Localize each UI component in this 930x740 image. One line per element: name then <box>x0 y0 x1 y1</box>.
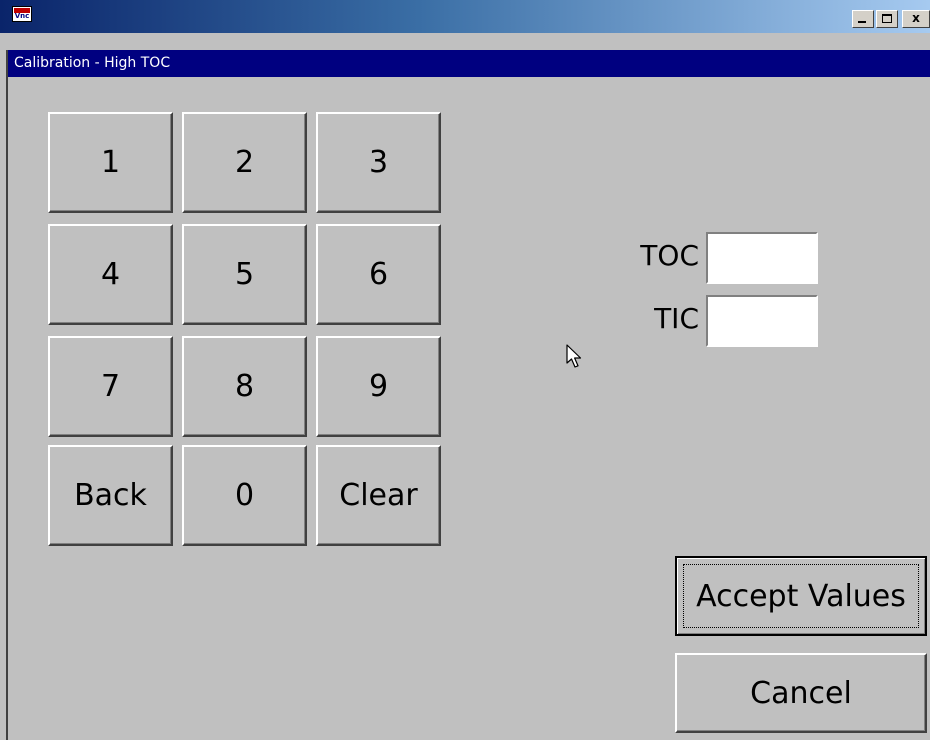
vnc-icon-text: Vnc <box>14 12 30 20</box>
key-9-button[interactable]: 9 <box>316 336 441 437</box>
key-1-button[interactable]: 1 <box>48 112 173 213</box>
key-3-button[interactable]: 3 <box>316 112 441 213</box>
maximize-button[interactable] <box>876 10 898 28</box>
key-6-button[interactable]: 6 <box>316 224 441 325</box>
maximize-icon <box>882 14 892 23</box>
dialog-title-bar: Calibration - High TOC <box>8 50 930 77</box>
key-4-button[interactable]: 4 <box>48 224 173 325</box>
dialog-title: Calibration - High TOC <box>14 55 171 71</box>
toc-label: TOC <box>640 239 699 272</box>
cancel-label: Cancel <box>750 675 852 711</box>
minimize-icon <box>858 21 866 23</box>
key-7-button[interactable]: 7 <box>48 336 173 437</box>
tic-field[interactable] <box>706 295 818 347</box>
key-5-button[interactable]: 5 <box>182 224 307 325</box>
tic-label: TIC <box>654 302 699 335</box>
close-button[interactable]: x <box>902 10 930 28</box>
cancel-button[interactable]: Cancel <box>675 653 927 733</box>
accept-values-label: Accept Values <box>696 578 906 614</box>
accept-values-button[interactable]: Accept Values <box>675 556 927 636</box>
toc-field[interactable] <box>706 232 818 284</box>
key-8-button[interactable]: 8 <box>182 336 307 437</box>
viewer-title-bar: Vnc x <box>0 0 930 33</box>
key-2-button[interactable]: 2 <box>182 112 307 213</box>
minimize-button[interactable] <box>852 10 874 28</box>
key-0-button[interactable]: 0 <box>182 445 307 546</box>
clear-button[interactable]: Clear <box>316 445 441 546</box>
mouse-pointer-icon <box>566 344 582 368</box>
back-button[interactable]: Back <box>48 445 173 546</box>
vnc-icon[interactable]: Vnc <box>12 6 32 22</box>
close-icon: x <box>912 11 920 25</box>
